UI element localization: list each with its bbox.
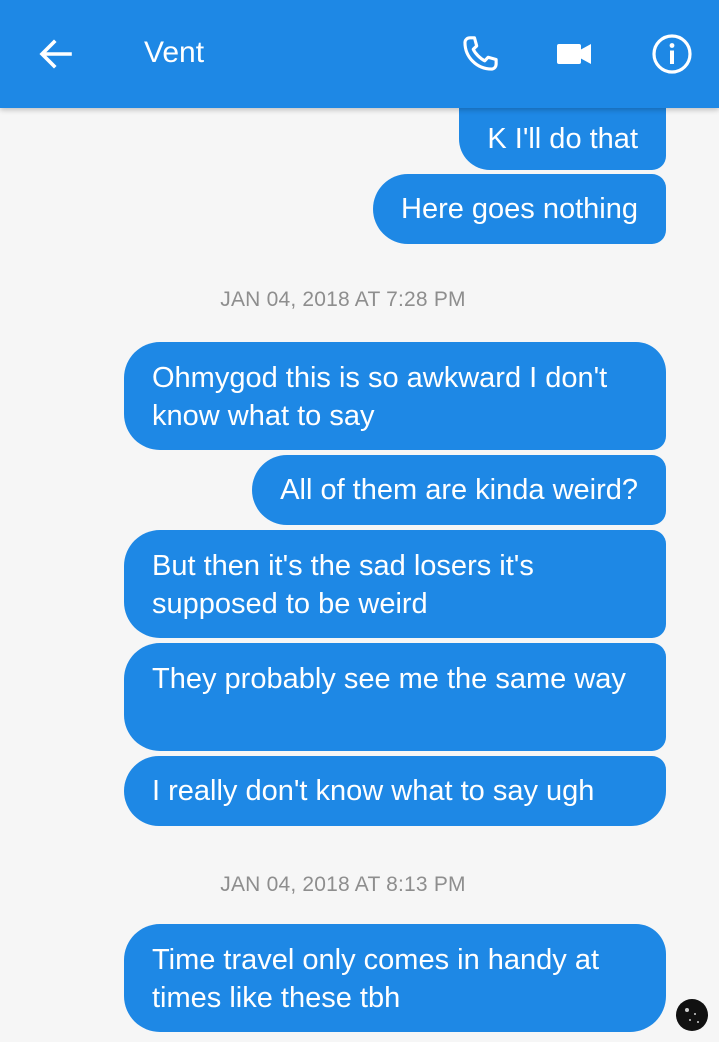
info-button[interactable] — [650, 32, 694, 76]
conversation-title: Vent — [144, 36, 205, 69]
phone-icon — [458, 32, 502, 76]
message-bubble[interactable]: Here goes nothing — [373, 174, 666, 244]
message-bubble[interactable]: All of them are kinda weird? — [252, 455, 666, 525]
video-call-button[interactable] — [553, 32, 597, 76]
message-bubble[interactable]: Ohmygod this is so awkward I don't know … — [124, 342, 666, 450]
message-thread: K I'll do that Here goes nothing JAN 04,… — [0, 0, 719, 1042]
call-button[interactable] — [458, 32, 502, 76]
timestamp: JAN 04, 2018 AT 7:28 PM — [220, 288, 466, 311]
message-bubble[interactable]: But then it's the sad losers it's suppos… — [124, 530, 666, 638]
info-icon — [650, 32, 694, 76]
timestamp: JAN 04, 2018 AT 8:13 PM — [220, 873, 466, 896]
back-button[interactable] — [34, 32, 78, 76]
message-bubble[interactable]: Time travel only comes in handy at times… — [124, 924, 666, 1032]
video-camera-icon — [553, 32, 597, 76]
message-bubble[interactable]: K I'll do that — [459, 108, 666, 170]
message-bubble[interactable]: They probably see me the same way — [124, 643, 666, 751]
avatar — [676, 999, 708, 1031]
arrow-left-icon — [34, 32, 78, 76]
message-bubble[interactable]: I really don't know what to say ugh — [124, 756, 666, 826]
app-bar: Vent — [0, 0, 719, 108]
